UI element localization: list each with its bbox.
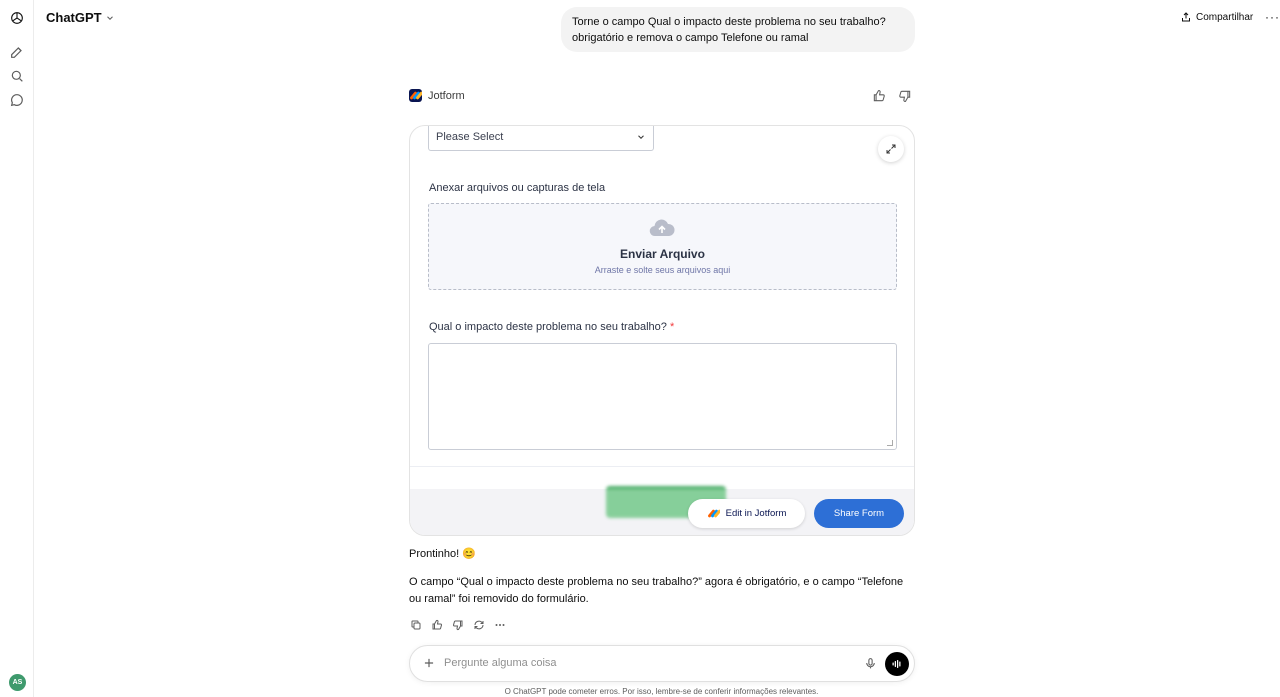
disclaimer: O ChatGPT pode cometer erros. Por isso, … <box>504 687 819 696</box>
regenerate-icon[interactable] <box>472 618 486 632</box>
model-selector[interactable]: ChatGPT <box>46 10 115 25</box>
thumbs-up-icon[interactable] <box>430 618 444 632</box>
sidebar-rail: AS <box>0 0 34 697</box>
message-actions <box>409 618 507 632</box>
assistant-line-2: O campo “Qual o impacto deste problema n… <box>409 576 904 605</box>
new-chat-icon[interactable] <box>9 44 25 60</box>
voice-mode-button[interactable] <box>885 652 909 676</box>
please-select-dropdown[interactable]: Please Select <box>428 126 654 151</box>
assistant-line-1: Prontinho! 😊 <box>409 548 476 560</box>
attach-label: Anexar arquivos ou capturas de tela <box>429 182 606 194</box>
thumbs-down-icon[interactable] <box>898 89 912 103</box>
composer: Pergunte alguma coisa <box>409 645 915 682</box>
share-button[interactable]: Compartilhar <box>1180 11 1253 23</box>
tool-name: Jotform <box>428 89 465 102</box>
jotform-logo-icon <box>706 507 720 520</box>
share-form-button[interactable]: Share Form <box>814 499 904 528</box>
more-options-icon[interactable]: ··· <box>1265 10 1280 24</box>
app-title: ChatGPT <box>46 10 102 25</box>
plus-icon[interactable] <box>422 656 436 670</box>
resize-handle-icon[interactable] <box>887 440 893 446</box>
impact-label-text: Qual o impacto deste problema no seu tra… <box>429 321 667 333</box>
more-actions-icon[interactable] <box>493 618 507 632</box>
waveform-icon <box>892 660 901 668</box>
impact-label: Qual o impacto deste problema no seu tra… <box>429 321 674 333</box>
upload-title: Enviar Arquivo <box>620 247 705 261</box>
share-label: Compartilhar <box>1196 11 1254 23</box>
user-message: Torne o campo Qual o impacto deste probl… <box>561 7 915 52</box>
thumbs-up-icon[interactable] <box>872 89 886 103</box>
upload-share-icon <box>1182 12 1190 22</box>
edit-button-label: Edit in Jotform <box>725 508 787 519</box>
jotform-logo-icon <box>409 89 422 102</box>
select-value: Please Select <box>436 131 504 143</box>
impact-textarea[interactable] <box>428 343 897 450</box>
microphone-icon[interactable] <box>864 657 877 670</box>
openai-logo-icon[interactable] <box>9 10 25 26</box>
share-form-label: Share Form <box>833 508 885 519</box>
chevron-down-icon <box>106 15 113 20</box>
required-mark: * <box>669 321 675 333</box>
divider <box>410 466 914 467</box>
cloud-upload-icon <box>649 219 675 237</box>
tool-header: Jotform <box>409 89 465 102</box>
expand-icon <box>886 144 896 154</box>
prompt-input[interactable]: Pergunte alguma coisa <box>444 657 557 669</box>
search-icon[interactable] <box>9 68 25 84</box>
chat-bubble-icon[interactable] <box>9 92 25 108</box>
edit-in-jotform-button[interactable]: Edit in Jotform <box>688 499 805 528</box>
jotform-card: Please Select Anexar arquivos ou captura… <box>409 125 915 536</box>
upload-subtitle: Arraste e solte seus arquivos aqui <box>594 265 731 275</box>
card-footer: Edit in Jotform Share Form <box>410 486 914 535</box>
copy-icon[interactable] <box>409 618 423 632</box>
prompt-placeholder: Pergunte alguma coisa <box>444 657 557 669</box>
chevron-down-icon <box>638 135 644 139</box>
thumbs-down-icon[interactable] <box>451 618 465 632</box>
expand-button[interactable] <box>878 136 904 162</box>
file-upload-area[interactable]: Enviar Arquivo Arraste e solte seus arqu… <box>428 203 897 290</box>
